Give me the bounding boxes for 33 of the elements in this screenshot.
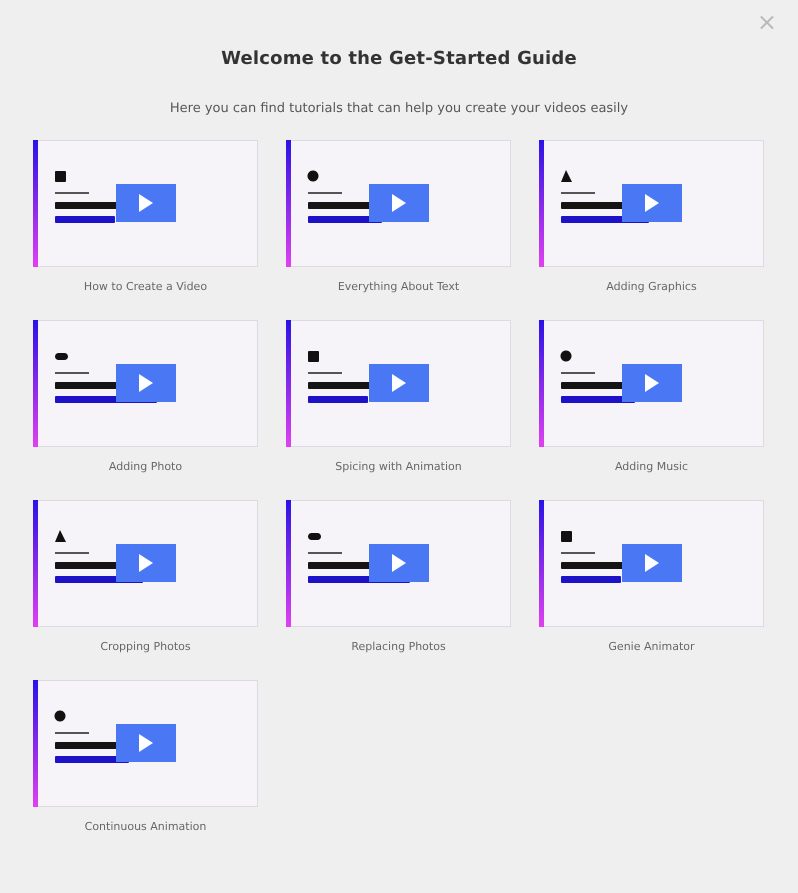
video-caption: Continuous Animation xyxy=(84,820,206,833)
play-button[interactable] xyxy=(369,184,429,222)
play-icon xyxy=(392,194,406,212)
video-caption: Adding Music xyxy=(614,460,688,473)
play-button[interactable] xyxy=(622,544,682,582)
video-caption: Spicing with Animation xyxy=(335,460,462,473)
play-button[interactable] xyxy=(622,364,682,402)
play-icon xyxy=(139,554,153,572)
dialog-title: Welcome to the Get-Started Guide xyxy=(221,48,577,69)
video-caption: Genie Animator xyxy=(608,640,695,653)
play-button[interactable] xyxy=(116,544,176,582)
play-icon xyxy=(392,554,406,572)
play-icon xyxy=(139,734,153,752)
video-caption: Adding Photo xyxy=(108,460,182,473)
play-icon xyxy=(645,554,659,572)
dialog-subtitle: Here you can find tutorials that can help you create your videos easily xyxy=(170,101,628,116)
play-button[interactable] xyxy=(369,364,429,402)
play-button[interactable] xyxy=(622,184,682,222)
play-button[interactable] xyxy=(116,364,176,402)
play-button[interactable] xyxy=(116,724,176,762)
play-icon xyxy=(139,194,153,212)
video-caption: Everything About Text xyxy=(338,280,460,293)
video-caption: Replacing Photos xyxy=(351,640,446,653)
play-button[interactable] xyxy=(116,184,176,222)
play-icon xyxy=(645,374,659,392)
play-icon xyxy=(139,374,153,392)
play-button[interactable] xyxy=(369,544,429,582)
video-caption: Cropping Photos xyxy=(100,640,191,653)
play-icon xyxy=(392,374,406,392)
play-icon xyxy=(645,194,659,212)
video-caption: Adding Graphics xyxy=(606,280,697,293)
close-button[interactable]: × xyxy=(752,8,781,36)
video-caption: How to Create a Video xyxy=(84,280,208,293)
